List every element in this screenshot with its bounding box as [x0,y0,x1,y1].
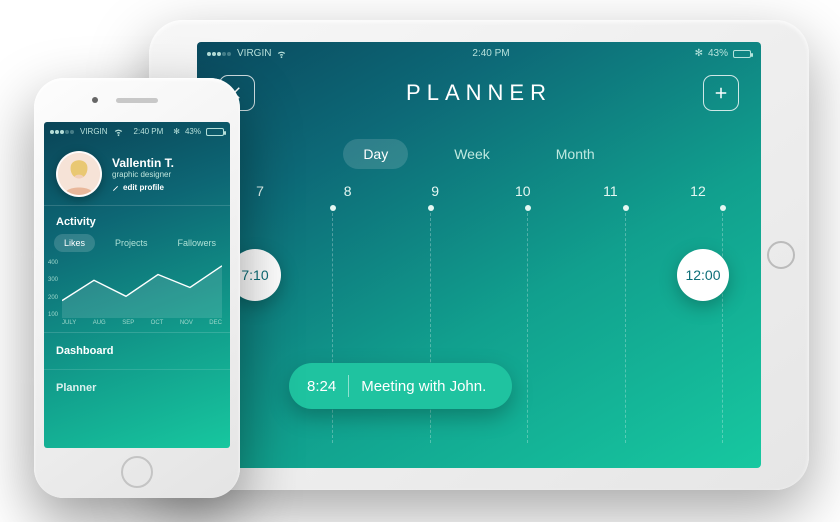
profile-block: Vallentin T. graphic designer edit profi… [44,141,230,205]
bluetooth-icon: ✻ [695,48,703,59]
hours-row: 7 8 9 10 11 12 [211,183,747,199]
phone-speaker [116,98,158,103]
tablet-screen: VIRGIN 2:40 PM ✻ 43% PLANNER Day Week Mo… [197,42,761,468]
battery-pct: 43% [708,48,728,59]
profile-name: Vallentin T. [112,156,174,170]
battery-pct: 43% [185,127,201,136]
hour-label: 12 [673,183,723,199]
status-time: 2:40 PM [134,127,164,136]
page-title: PLANNER [406,80,552,106]
edit-profile-link[interactable]: edit profile [112,183,174,192]
wifi-icon [113,126,124,137]
pencil-icon [112,184,120,192]
divider [348,375,349,397]
phone-status-bar: VIRGIN 2:40 PM ✻ 43% [44,122,230,141]
event-title: Meeting with John. [361,378,486,395]
activity-tabs: Likes Projects Fallowers [44,234,230,252]
tab-projects[interactable]: Projects [105,234,158,252]
tab-week[interactable]: Week [434,139,510,169]
view-tabs: Day Week Month [197,139,761,169]
plus-icon [712,84,730,102]
planner-header: PLANNER [197,61,761,121]
battery-icon [733,50,751,58]
tab-day[interactable]: Day [343,139,408,169]
profile-role: graphic designer [112,170,174,179]
tablet-device: VIRGIN 2:40 PM ✻ 43% PLANNER Day Week Mo… [149,20,809,490]
carrier-label: VIRGIN [80,127,108,136]
battery-icon [206,128,224,136]
tablet-home-button[interactable] [767,241,795,269]
activity-title: Activity [44,205,230,234]
activity-chart: 400 300 200 100 JULY AUG SEP OCT NOV DEC [62,260,222,330]
tab-likes[interactable]: Likes [54,234,95,252]
phone-home-button[interactable] [121,456,153,488]
hour-label: 7 [235,183,285,199]
time-marker-end[interactable]: 12:00 [677,249,729,301]
tablet-status-bar: VIRGIN 2:40 PM ✻ 43% [197,42,761,61]
hour-label: 10 [498,183,548,199]
chart-y-labels: 400 300 200 100 [48,260,58,318]
hour-label: 8 [323,183,373,199]
phone-device: VIRGIN 2:40 PM ✻ 43% Vallentin T. graphi… [34,78,240,498]
hour-label: 9 [410,183,460,199]
signal-dots-icon [50,127,75,136]
signal-dots-icon [207,48,232,59]
menu-planner[interactable]: Planner [44,369,230,406]
add-button[interactable] [703,75,739,111]
chart-x-labels: JULY AUG SEP OCT NOV DEC [62,318,222,326]
edit-profile-label: edit profile [123,183,164,192]
wifi-icon [276,48,287,59]
chart-svg [62,260,222,318]
phone-camera [92,97,98,103]
bluetooth-icon: ✻ [173,127,180,136]
phone-screen: VIRGIN 2:40 PM ✻ 43% Vallentin T. graphi… [44,122,230,448]
tab-month[interactable]: Month [536,139,615,169]
avatar[interactable] [56,151,102,197]
status-time: 2:40 PM [472,48,509,59]
event-pill[interactable]: 8:24 Meeting with John. [289,363,512,409]
carrier-label: VIRGIN [237,48,271,59]
hour-label: 11 [585,183,635,199]
timeline: 7 8 9 10 11 12 7:10 12:00 8:24 Meeting w… [211,183,747,443]
event-time: 8:24 [307,378,336,395]
tab-followers[interactable]: Fallowers [168,234,227,252]
menu-dashboard[interactable]: Dashboard [44,332,230,369]
